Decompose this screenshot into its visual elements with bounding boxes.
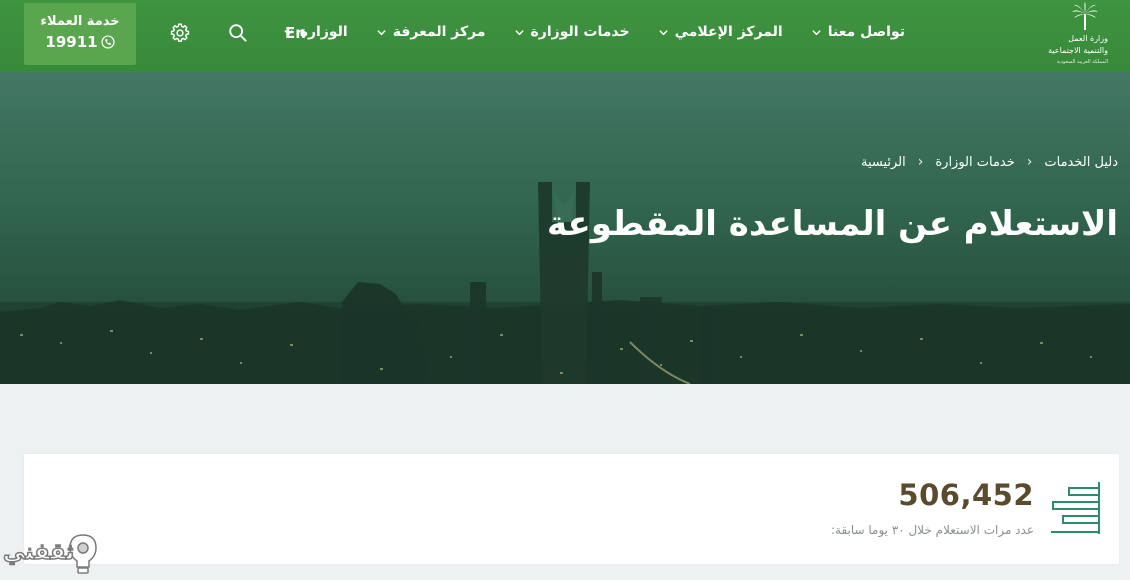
breadcrumb-ministry-services[interactable]: خدمات الوزارة: [935, 155, 1014, 170]
chevron-down-icon: [514, 29, 524, 35]
chevron-down-icon: [377, 29, 386, 35]
breadcrumb-home[interactable]: الرئيسية: [861, 155, 906, 170]
search-icon[interactable]: [227, 22, 249, 44]
ministry-logo[interactable]: وزارة العمل والتنمية الاجتماعية المملكة …: [1040, 2, 1112, 68]
bar-chart-icon: [1051, 482, 1100, 534]
customer-service-title: خدمة العملاء: [40, 14, 120, 29]
main-nav: الوزارة مركز المعرفة خدمات الوزارة المرك…: [283, 24, 905, 40]
customer-service-box[interactable]: خدمة العملاء 19911: [24, 3, 136, 65]
chevron-left-icon: ‹: [1026, 154, 1033, 170]
nav-item-label: الوزارة: [299, 24, 348, 40]
chevron-left-icon: ‹: [917, 154, 924, 170]
nav-item-ministry-services[interactable]: خدمات الوزارة: [514, 24, 630, 40]
breadcrumb: الرئيسية ‹ خدمات الوزارة ‹ دليل الخدمات: [861, 154, 1118, 170]
inquiry-count-caption: عدد مرات الاستعلام خلال ٣٠ يوما سابقة:: [830, 523, 1034, 537]
phone-icon: [101, 35, 115, 49]
nav-item-label: مركز المعرفة: [392, 24, 486, 40]
chevron-down-icon: [284, 29, 293, 35]
logo-line-1: وزارة العمل: [1068, 34, 1108, 43]
logo-line-2: والتنمية الاجتماعية: [1048, 46, 1108, 55]
page-title: الاستعلام عن المساعدة المقطوعة: [546, 204, 1118, 244]
breadcrumb-services-guide[interactable]: دليل الخدمات: [1044, 155, 1118, 170]
watermark-text: ثقفني: [2, 539, 75, 566]
nav-item-label: المركز الإعلامي: [674, 24, 783, 40]
site-watermark: ثقفني: [2, 530, 103, 578]
palm-logo-icon: [1072, 2, 1098, 30]
nav-item-label: تواصل معنا: [827, 24, 905, 40]
nav-item-label: خدمات الوزارة: [530, 24, 630, 40]
nav-item-media-center[interactable]: المركز الإعلامي: [658, 24, 783, 40]
top-header: خدمة العملاء 19911 En الوزارة مركز المعر…: [0, 0, 1130, 72]
chevron-down-icon: [812, 29, 821, 35]
settings-icon[interactable]: [169, 22, 191, 44]
customer-service-phone[interactable]: 19911: [24, 33, 136, 51]
nav-item-ministry[interactable]: الوزارة: [283, 24, 348, 40]
stats-card: 506,452 عدد مرات الاستعلام خلال ٣٠ يوما …: [24, 454, 1119, 564]
hero-banner: الرئيسية ‹ خدمات الوزارة ‹ دليل الخدمات …: [0, 72, 1130, 384]
chevron-down-icon: [658, 29, 668, 35]
logo-line-3: المملكة العربية السعودية: [1056, 59, 1108, 65]
inquiry-count: 506,452: [898, 478, 1034, 512]
customer-service-number: 19911: [45, 33, 98, 51]
nav-item-contact-us[interactable]: تواصل معنا: [811, 24, 905, 40]
nav-item-knowledge-center[interactable]: مركز المعرفة: [376, 24, 486, 40]
